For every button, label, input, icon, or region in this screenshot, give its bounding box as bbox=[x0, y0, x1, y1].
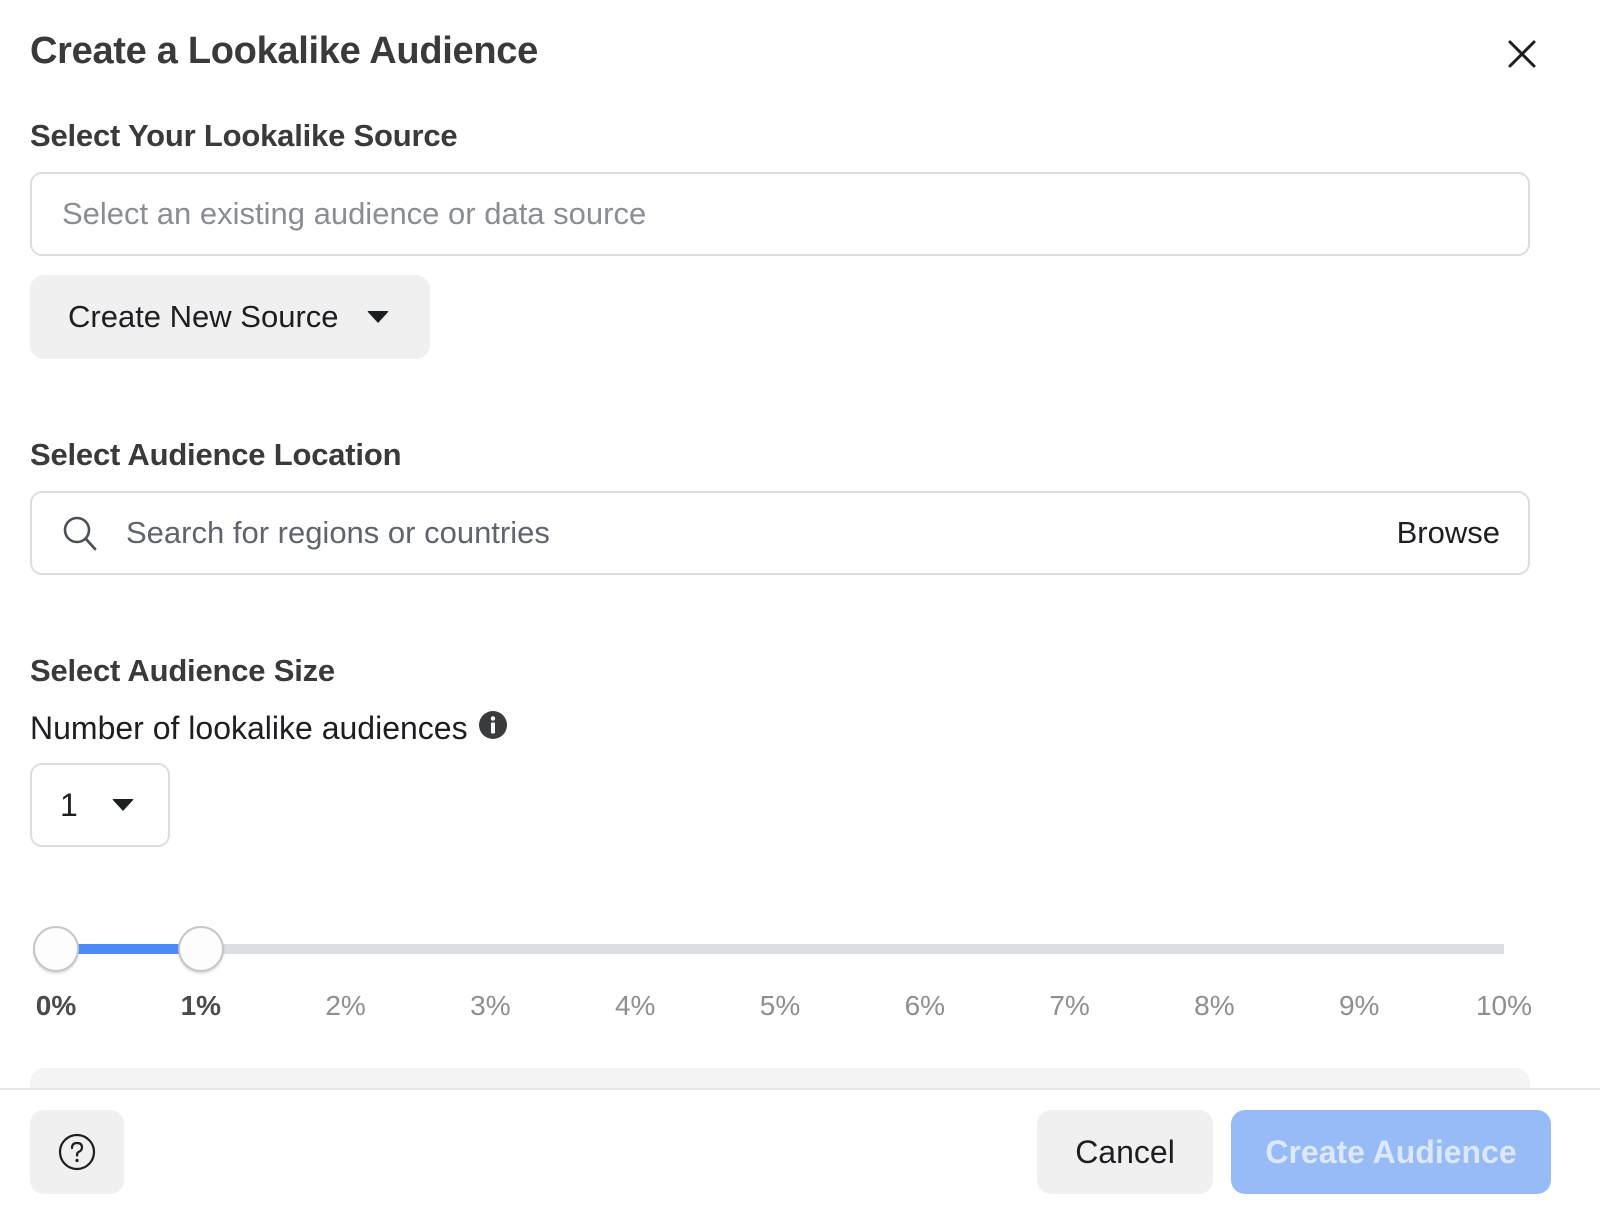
lookalike-count-text: Number of lookalike audiences bbox=[30, 710, 468, 746]
create-audience-button[interactable]: Create Audience bbox=[1231, 1110, 1551, 1194]
dialog-title: Create a Lookalike Audience bbox=[30, 30, 538, 72]
close-button[interactable] bbox=[1502, 34, 1542, 74]
slider-tick-label: 7% bbox=[1049, 990, 1090, 1021]
slider-tick-label: 0% bbox=[35, 990, 77, 1021]
slider-thumb-start[interactable] bbox=[33, 926, 79, 972]
help-button[interactable] bbox=[30, 1110, 124, 1194]
slider-tick-label: 10% bbox=[1475, 990, 1533, 1021]
source-section-label: Select Your Lookalike Source bbox=[30, 118, 458, 153]
caret-down-icon bbox=[366, 311, 389, 323]
caret-down-icon bbox=[111, 799, 134, 811]
slider-tick-label: 2% bbox=[325, 990, 366, 1021]
search-icon bbox=[63, 516, 97, 551]
location-section-label: Select Audience Location bbox=[30, 437, 402, 472]
location-search-input[interactable] bbox=[126, 515, 1397, 551]
dialog-footer: Cancel Create Audience bbox=[0, 1088, 1600, 1225]
info-icon[interactable] bbox=[478, 710, 508, 740]
slider-tick-label: 6% bbox=[904, 990, 946, 1021]
audience-size-slider[interactable]: 0% 1% 2% 3% 4% 5% 6% 7% 8% 9% 10% bbox=[0, 920, 1600, 1040]
create-new-source-button[interactable]: Create New Source bbox=[30, 275, 430, 359]
lookalike-count-label: Number of lookalike audiences bbox=[30, 710, 508, 747]
location-search-field[interactable]: Browse bbox=[30, 491, 1530, 575]
slider-tick-label: 1% bbox=[180, 990, 222, 1021]
slider-tick-label: 5% bbox=[759, 990, 801, 1021]
slider-tick-label: 4% bbox=[614, 990, 656, 1021]
help-icon bbox=[58, 1133, 96, 1171]
lookalike-count-value: 1 bbox=[60, 786, 78, 823]
lookalike-count-select[interactable]: 1 bbox=[30, 763, 170, 847]
slider-track[interactable] bbox=[56, 944, 1504, 954]
cancel-button[interactable]: Cancel bbox=[1037, 1110, 1213, 1194]
slider-thumb-end[interactable] bbox=[177, 926, 224, 972]
create-new-source-label: Create New Source bbox=[68, 299, 339, 334]
slider-tick-label: 3% bbox=[470, 990, 511, 1021]
close-icon bbox=[1508, 40, 1536, 68]
source-input[interactable] bbox=[62, 196, 1528, 232]
source-field[interactable] bbox=[30, 172, 1530, 256]
slider-tick-label: 8% bbox=[1194, 990, 1235, 1021]
slider-tick-label: 9% bbox=[1338, 990, 1380, 1021]
size-section-label: Select Audience Size bbox=[30, 653, 335, 688]
browse-link[interactable]: Browse bbox=[1397, 515, 1500, 551]
